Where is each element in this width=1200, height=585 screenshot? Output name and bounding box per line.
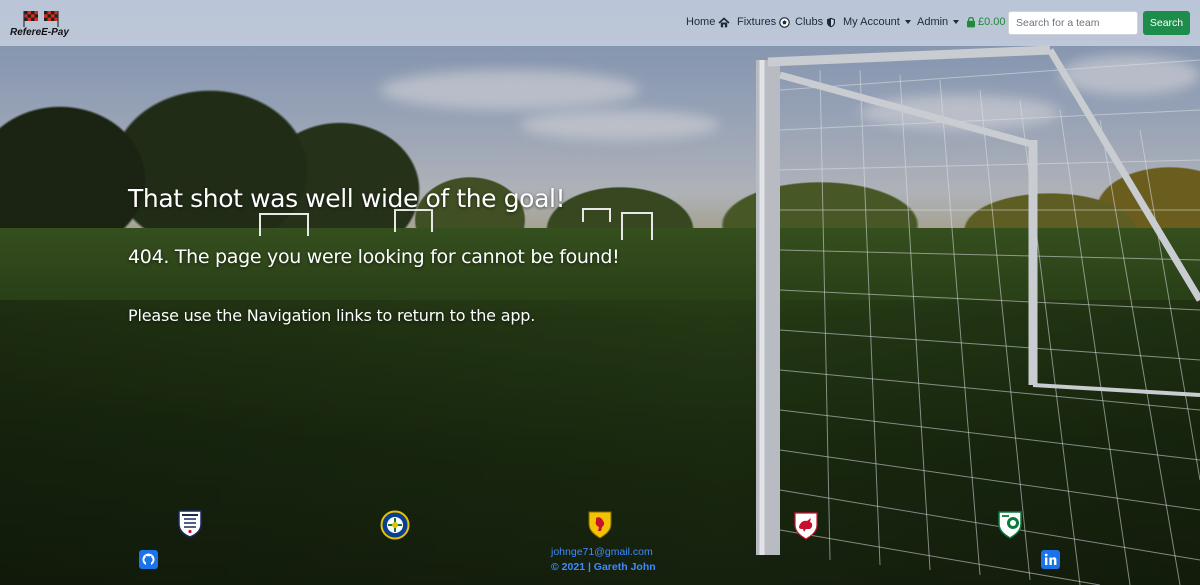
nav-home[interactable]: Home xyxy=(686,16,730,28)
nav-basket[interactable]: £0.00 xyxy=(966,16,1006,28)
github-icon xyxy=(142,553,155,566)
nav-home-label: Home xyxy=(686,16,716,28)
home-icon xyxy=(718,16,730,27)
goal-frame xyxy=(756,45,1200,555)
nav-fixtures[interactable]: Fixtures xyxy=(737,16,790,28)
github-link[interactable] xyxy=(139,550,158,569)
copyright-text: 2021 | Gareth John xyxy=(561,561,656,573)
ireland-crest xyxy=(998,511,1022,539)
copyright-symbol: © xyxy=(551,561,559,573)
caret-down-icon xyxy=(904,20,911,24)
nav-my-account-label: My Account xyxy=(843,16,900,28)
england-crest xyxy=(178,510,202,538)
nav-my-account-dropdown[interactable]: My Account xyxy=(843,16,911,28)
wales-crest xyxy=(794,512,818,540)
football-icon xyxy=(779,16,790,28)
search-input[interactable] xyxy=(1008,11,1138,35)
nav-admin-dropdown[interactable]: Admin xyxy=(917,16,960,28)
navbar: RefereE-Pay Home Fixtures Clubs My Accou… xyxy=(0,0,1200,46)
linkedin-icon xyxy=(1044,553,1057,565)
distant-goal xyxy=(259,208,653,240)
nav-clubs[interactable]: Clubs xyxy=(795,16,836,28)
footer-email-link[interactable]: johnge71@gmail.com xyxy=(551,546,653,558)
nav-fixtures-label: Fixtures xyxy=(737,16,777,28)
footer-copyright: © 2021 | Gareth John xyxy=(551,561,656,573)
caret-down-icon xyxy=(953,20,960,24)
nav-admin-label: Admin xyxy=(917,16,949,28)
search-button[interactable]: Search xyxy=(1143,11,1190,35)
northern-ireland-crest xyxy=(380,510,410,540)
scotland-crest xyxy=(588,511,612,539)
error-heading: That shot was well wide of the goal! xyxy=(128,184,566,213)
goal-net xyxy=(779,59,1200,585)
error-subheading: 404. The page you were looking for canno… xyxy=(128,246,620,268)
background-photo xyxy=(0,0,1200,585)
shopping-basket-icon xyxy=(967,16,975,27)
shield-icon xyxy=(827,17,836,27)
error-message: Please use the Navigation links to retur… xyxy=(128,306,536,325)
basket-total: £0.00 xyxy=(978,16,1006,28)
linkedin-link[interactable] xyxy=(1041,550,1060,569)
goal-net-illustration xyxy=(259,45,1200,585)
nav-clubs-label: Clubs xyxy=(795,16,824,28)
